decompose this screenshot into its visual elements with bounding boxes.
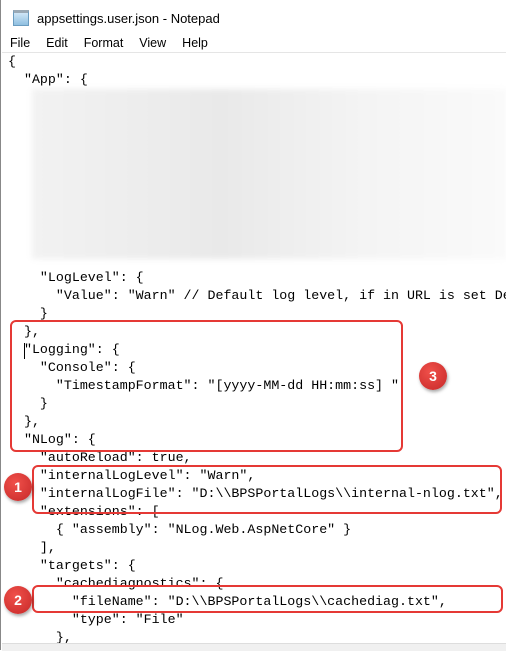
code-line: "targets": { — [8, 558, 136, 573]
code-line: }, — [8, 630, 72, 643]
annotation-box-1 — [32, 465, 502, 514]
code-line: { "assembly": "NLog.Web.AspNetCore" } — [8, 522, 352, 537]
code-line: "type": "File" — [8, 612, 184, 627]
code-line: ], — [8, 540, 56, 555]
title-bar: appsettings.user.json - Notepad — [2, 4, 506, 32]
code-line: { — [8, 54, 16, 69]
blurred-content — [32, 89, 506, 259]
annotation-badge-2: 2 — [4, 586, 32, 614]
window-title: appsettings.user.json - Notepad — [37, 10, 220, 26]
menu-format[interactable]: Format — [76, 34, 132, 52]
menu-help[interactable]: Help — [174, 34, 216, 52]
annotation-badge-1: 1 — [4, 473, 32, 501]
notepad-icon — [13, 10, 29, 26]
annotation-box-2 — [32, 585, 503, 613]
annotation-box-3 — [10, 320, 403, 452]
menu-bar: File Edit Format View Help — [2, 34, 216, 52]
annotation-badge-3: 3 — [419, 362, 447, 390]
menu-edit[interactable]: Edit — [38, 34, 76, 52]
menu-view[interactable]: View — [131, 34, 174, 52]
code-line: "Value": "Warn" // Default log level, if… — [8, 288, 506, 303]
code-line: "LogLevel": { — [8, 270, 144, 285]
code-line: "App": { — [8, 72, 88, 87]
menu-file[interactable]: File — [2, 34, 38, 52]
